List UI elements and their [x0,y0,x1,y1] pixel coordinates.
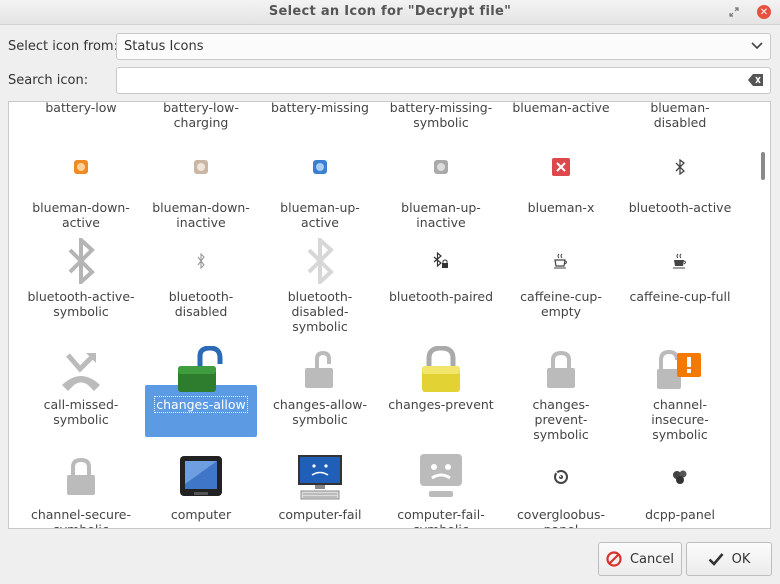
icon-item-label: battery-missing [271,101,369,115]
cancel-label: Cancel [629,551,675,567]
icon-grid[interactable]: battery-low battery-low- charging battery-… [8,101,771,529]
icon-item-label: channel-secure- symbolic [30,507,132,528]
icon-item-label: computer-fail- symbolic [397,507,485,528]
icon-item-label: battery-missing- symbolic [389,101,493,130]
bluetooth-active-icon [624,156,736,178]
icon-item-label: blueman-down- active [32,200,130,230]
close-icon[interactable]: ✕ [756,4,772,20]
icon-item-label: bluetooth- disabled- symbolic [287,289,353,334]
icon-item-label: computer-fail [278,507,362,522]
bluetooth-disabled-icon [145,237,257,285]
channel-insecure-symbolic-icon [624,346,736,394]
icon-item-label: caffeine-cup-full [629,289,731,304]
icon-item-label: blueman-x [527,200,595,215]
icon-chooser-dialog: Select an Icon for "Decrypt file" ✕ Sele… [0,0,780,584]
scrollbar-thumb[interactable] [761,152,765,180]
changes-allow-icon [145,346,257,394]
icon-item-label: blueman-up- active [280,200,360,230]
ok-button[interactable]: OK [686,542,772,576]
icon-item-label: blueman-up- inactive [401,200,481,230]
title-bar[interactable]: Select an Icon for "Decrypt file" ✕ [0,0,780,25]
search-field[interactable] [116,67,771,94]
computer-icon [145,453,257,501]
icon-item-label: blueman-down- inactive [152,200,250,230]
ok-label: OK [731,551,751,567]
icon-item-label: blueman- disabled [650,101,710,130]
changes-allow-symbolic-icon [264,346,376,394]
icon-source-value: Status Icons [124,39,204,54]
restore-icon[interactable] [726,4,742,20]
icon-item-label: bluetooth-paired [388,289,494,304]
icon-item-label: changes-allow [154,396,248,413]
icon-item-label: changes-prevent- symbolic [532,397,590,442]
icon-item-label: computer [170,507,232,522]
bluetooth-paired-icon [385,237,497,285]
blueman-up-inactive-icon [385,156,497,178]
chevron-down-icon [751,42,763,50]
bluetooth-disabled-symbolic-icon [264,237,376,285]
cancel-icon [606,551,622,567]
window-title: Select an Icon for "Decrypt file" [268,4,512,19]
call-missed-symbolic-icon [25,346,137,394]
checkmark-icon [708,553,724,566]
channel-secure-symbolic-icon [25,453,137,501]
clear-text-icon[interactable] [748,73,764,87]
blueman-x-icon [505,156,617,178]
icon-item-label: caffeine-cup- empty [520,289,602,319]
caffeine-cup-full-icon [624,237,736,285]
scrollbar[interactable] [758,102,768,528]
changes-prevent-icon [385,346,497,394]
search-label: Search icon: [8,73,89,88]
dcpp-panel-icon [624,453,736,501]
icon-item-label: battery-low- charging [163,101,239,130]
icon-item-label: changes-allow- symbolic [272,397,367,427]
blueman-down-inactive-icon [145,156,257,178]
changes-prevent-symbolic-icon [505,346,617,394]
icon-item-label: channel- insecure- symbolic [651,397,709,442]
icon-item-label: bluetooth-active- symbolic [27,289,135,319]
icon-item-label: changes-prevent [388,397,494,412]
bluetooth-active-symbolic-icon [25,237,137,285]
icon-source-select[interactable]: Status Icons [116,33,771,60]
computer-fail-icon [264,453,376,501]
caffeine-cup-empty-icon [505,237,617,285]
cancel-button[interactable]: Cancel [598,542,682,576]
icon-item-label: blueman-active [512,101,610,115]
icon-item-label: bluetooth- disabled [168,289,234,319]
blueman-up-active-icon [264,156,376,178]
computer-fail-symbolic-icon [385,453,497,501]
icon-item-label: bluetooth-active [628,200,732,215]
icon-item-label: call-missed- symbolic [43,397,119,427]
blueman-down-active-icon [25,156,137,178]
covergloobus-panel-icon [505,453,617,501]
search-input[interactable] [121,71,741,90]
icon-item-label: covergloobus- panel [516,507,606,528]
icon-source-label: Select icon from: [8,39,118,54]
icon-item-label: battery-low [45,101,117,115]
icon-item-label: dcpp-panel [645,507,715,522]
